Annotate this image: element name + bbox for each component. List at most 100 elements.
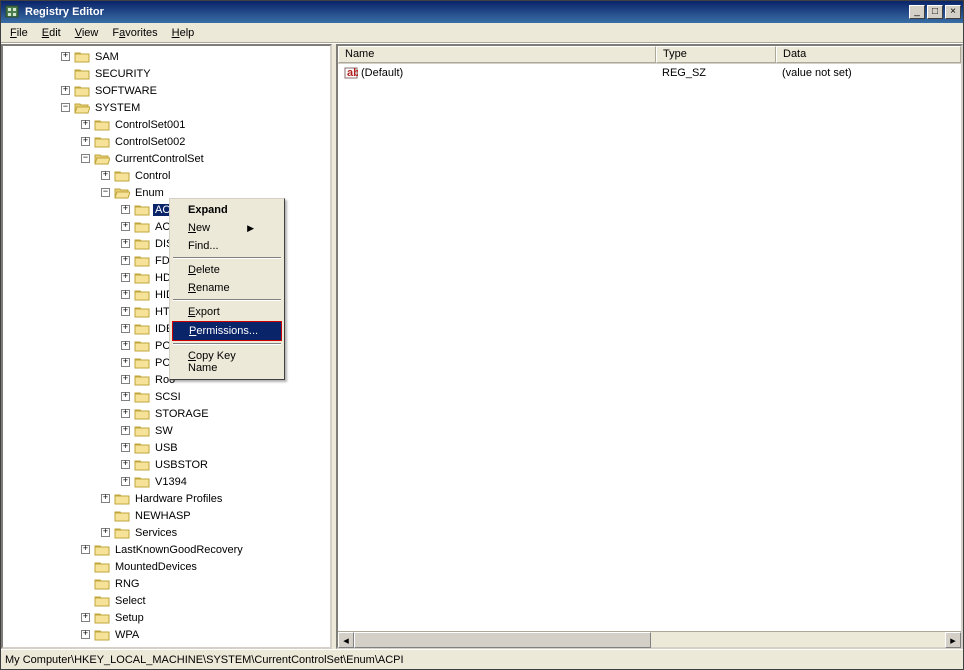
expand-icon[interactable]: + xyxy=(121,409,130,418)
expand-icon[interactable]: + xyxy=(61,86,70,95)
tree-item-sam[interactable]: +SAM xyxy=(5,48,330,65)
tree-item-v1394[interactable]: +V1394 xyxy=(5,473,330,490)
folder-icon xyxy=(134,356,150,369)
tree-item-scsi[interactable]: +SCSI xyxy=(5,388,330,405)
spacer-icon xyxy=(81,596,90,605)
close-button[interactable]: × xyxy=(945,5,961,19)
ctx-new[interactable]: New▶ xyxy=(172,219,282,237)
minimize-button[interactable]: _ xyxy=(909,5,925,19)
cell-type: REG_SZ xyxy=(656,66,776,80)
ctx-permissions[interactable]: Permissions... xyxy=(173,322,281,340)
expand-icon[interactable]: + xyxy=(61,52,70,61)
column-data[interactable]: Data xyxy=(776,46,961,63)
folder-open-icon xyxy=(94,152,110,165)
folder-icon xyxy=(134,458,150,471)
expand-icon[interactable]: + xyxy=(101,494,110,503)
folder-icon xyxy=(94,135,110,148)
ctx-expand[interactable]: Expand xyxy=(172,201,282,219)
tree-label: ControlSet002 xyxy=(113,136,187,148)
collapse-icon[interactable]: − xyxy=(61,103,70,112)
tree-item-rng[interactable]: RNG xyxy=(5,575,330,592)
tree-item-hkey-users[interactable]: +HKEY_USERS xyxy=(5,643,330,649)
tree-item-software[interactable]: +SOFTWARE xyxy=(5,82,330,99)
ctx-export[interactable]: Export xyxy=(172,303,282,321)
tree-item-controlset001[interactable]: + ControlSet001 xyxy=(5,116,330,133)
expand-icon[interactable]: + xyxy=(121,256,130,265)
tree-item-storage[interactable]: +STORAGE xyxy=(5,405,330,422)
folder-icon xyxy=(94,560,110,573)
expand-icon[interactable]: + xyxy=(81,120,90,129)
tree-item-system[interactable]: −SYSTEM xyxy=(5,99,330,116)
scroll-thumb[interactable] xyxy=(354,632,651,648)
expand-icon[interactable]: + xyxy=(41,647,50,649)
tree-item-sw[interactable]: +SW xyxy=(5,422,330,439)
expand-icon[interactable]: + xyxy=(121,341,130,350)
collapse-icon[interactable]: − xyxy=(81,154,90,163)
expand-icon[interactable]: + xyxy=(81,137,90,146)
tree-item-newhasp[interactable]: NEWHASP xyxy=(5,507,330,524)
folder-icon xyxy=(94,543,110,556)
context-menu[interactable]: Expand New▶ Find... Delete Rename Export… xyxy=(169,198,285,380)
separator xyxy=(173,299,281,301)
ctx-delete[interactable]: Delete xyxy=(172,261,282,279)
folder-icon xyxy=(134,373,150,386)
expand-icon[interactable]: + xyxy=(101,528,110,537)
expand-icon[interactable]: + xyxy=(121,307,130,316)
list-body[interactable]: (Default) REG_SZ (value not set) xyxy=(338,64,961,631)
ctx-rename[interactable]: Rename xyxy=(172,279,282,297)
tree-item-usb[interactable]: +USB xyxy=(5,439,330,456)
statusbar: My Computer\HKEY_LOCAL_MACHINE\SYSTEM\Cu… xyxy=(1,649,963,669)
tree-item-setup[interactable]: +Setup xyxy=(5,609,330,626)
table-row[interactable]: (Default) REG_SZ (value not set) xyxy=(338,64,961,81)
expand-icon[interactable]: + xyxy=(121,324,130,333)
expand-icon[interactable]: + xyxy=(121,239,130,248)
tree-item-wpa[interactable]: +WPA xyxy=(5,626,330,643)
expand-icon[interactable]: + xyxy=(81,545,90,554)
collapse-icon[interactable]: − xyxy=(101,188,110,197)
folder-icon xyxy=(134,305,150,318)
expand-icon[interactable]: + xyxy=(121,375,130,384)
expand-icon[interactable]: + xyxy=(121,205,130,214)
tree-item-control[interactable]: +Control xyxy=(5,167,330,184)
column-name[interactable]: Name xyxy=(338,46,656,63)
expand-icon[interactable]: + xyxy=(81,630,90,639)
expand-icon[interactable]: + xyxy=(121,290,130,299)
expand-icon[interactable]: + xyxy=(121,222,130,231)
menu-edit[interactable]: Edit xyxy=(35,25,68,41)
scroll-right-button[interactable]: ▸ xyxy=(945,632,961,648)
expand-icon[interactable]: + xyxy=(121,460,130,469)
horizontal-scrollbar[interactable]: ◂ ▸ xyxy=(338,631,961,647)
tree-item-lastknowngoodrecovery[interactable]: +LastKnownGoodRecovery xyxy=(5,541,330,558)
scroll-left-button[interactable]: ◂ xyxy=(338,632,354,648)
tree-label: Select xyxy=(113,595,148,607)
tree-item-usbstor[interactable]: +USBSTOR xyxy=(5,456,330,473)
folder-icon xyxy=(94,594,110,607)
tree-label: ControlSet001 xyxy=(113,119,187,131)
menu-file[interactable]: File xyxy=(3,25,35,41)
menu-help[interactable]: Help xyxy=(165,25,202,41)
ctx-copy-key-name[interactable]: Copy Key Name xyxy=(172,347,282,377)
expand-icon[interactable]: + xyxy=(101,171,110,180)
tree-item-select[interactable]: Select xyxy=(5,592,330,609)
expand-icon[interactable]: + xyxy=(121,477,130,486)
expand-icon[interactable]: + xyxy=(121,358,130,367)
expand-icon[interactable]: + xyxy=(121,443,130,452)
separator xyxy=(173,343,281,345)
menu-favorites[interactable]: Favorites xyxy=(105,25,164,41)
tree-item-security[interactable]: SECURITY xyxy=(5,65,330,82)
tree-item-controlset002[interactable]: + ControlSet002 xyxy=(5,133,330,150)
expand-icon[interactable]: + xyxy=(121,392,130,401)
tree-item-mounteddevices[interactable]: MountedDevices xyxy=(5,558,330,575)
tree-item-services[interactable]: +Services xyxy=(5,524,330,541)
menu-view[interactable]: View xyxy=(68,25,106,41)
expand-icon[interactable]: + xyxy=(121,273,130,282)
spacer-icon xyxy=(81,579,90,588)
tree-item-hardware-profiles[interactable]: +Hardware Profiles xyxy=(5,490,330,507)
column-type[interactable]: Type xyxy=(656,46,776,63)
ctx-find[interactable]: Find... xyxy=(172,237,282,255)
expand-icon[interactable]: + xyxy=(121,426,130,435)
tree-item-currentcontrolset[interactable]: −CurrentControlSet xyxy=(5,150,330,167)
expand-icon[interactable]: + xyxy=(81,613,90,622)
maximize-button[interactable]: □ xyxy=(927,5,943,19)
tree-label: MountedDevices xyxy=(113,561,199,573)
